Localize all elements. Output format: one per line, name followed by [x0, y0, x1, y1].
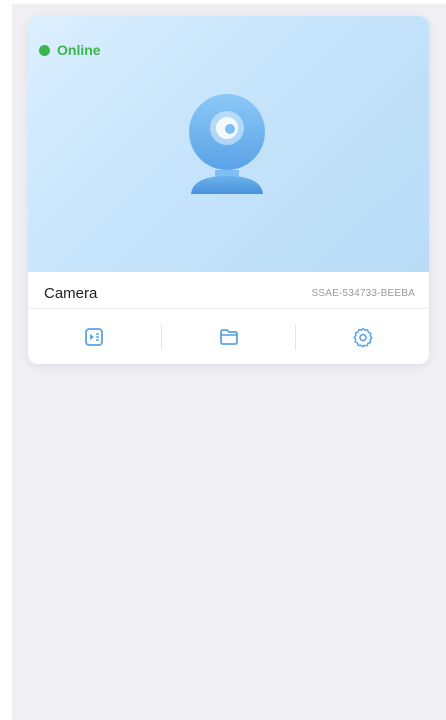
device-actions	[28, 309, 429, 364]
status-text: Online	[57, 42, 101, 58]
gear-icon	[352, 327, 373, 348]
playback-button[interactable]	[28, 309, 161, 364]
status-indicator: Online	[39, 42, 101, 58]
playback-icon	[84, 327, 103, 346]
status-dot-icon	[39, 44, 50, 56]
cloud-storage-icon	[219, 328, 238, 345]
cloud-storage-button[interactable]	[162, 309, 295, 364]
device-card[interactable]: Online Camera SSAE-534733-BEEBA	[28, 16, 429, 364]
device-list-screen: Online Camera SSAE-534733-BEEBA	[0, 0, 446, 720]
device-name: Camera	[44, 285, 98, 302]
ptz-camera-icon	[189, 94, 265, 194]
device-info-row: Camera SSAE-534733-BEEBA	[28, 272, 429, 309]
camera-preview[interactable]: Online	[28, 16, 429, 272]
device-id: SSAE-534733-BEEBA	[311, 288, 415, 299]
settings-button[interactable]	[296, 309, 429, 364]
